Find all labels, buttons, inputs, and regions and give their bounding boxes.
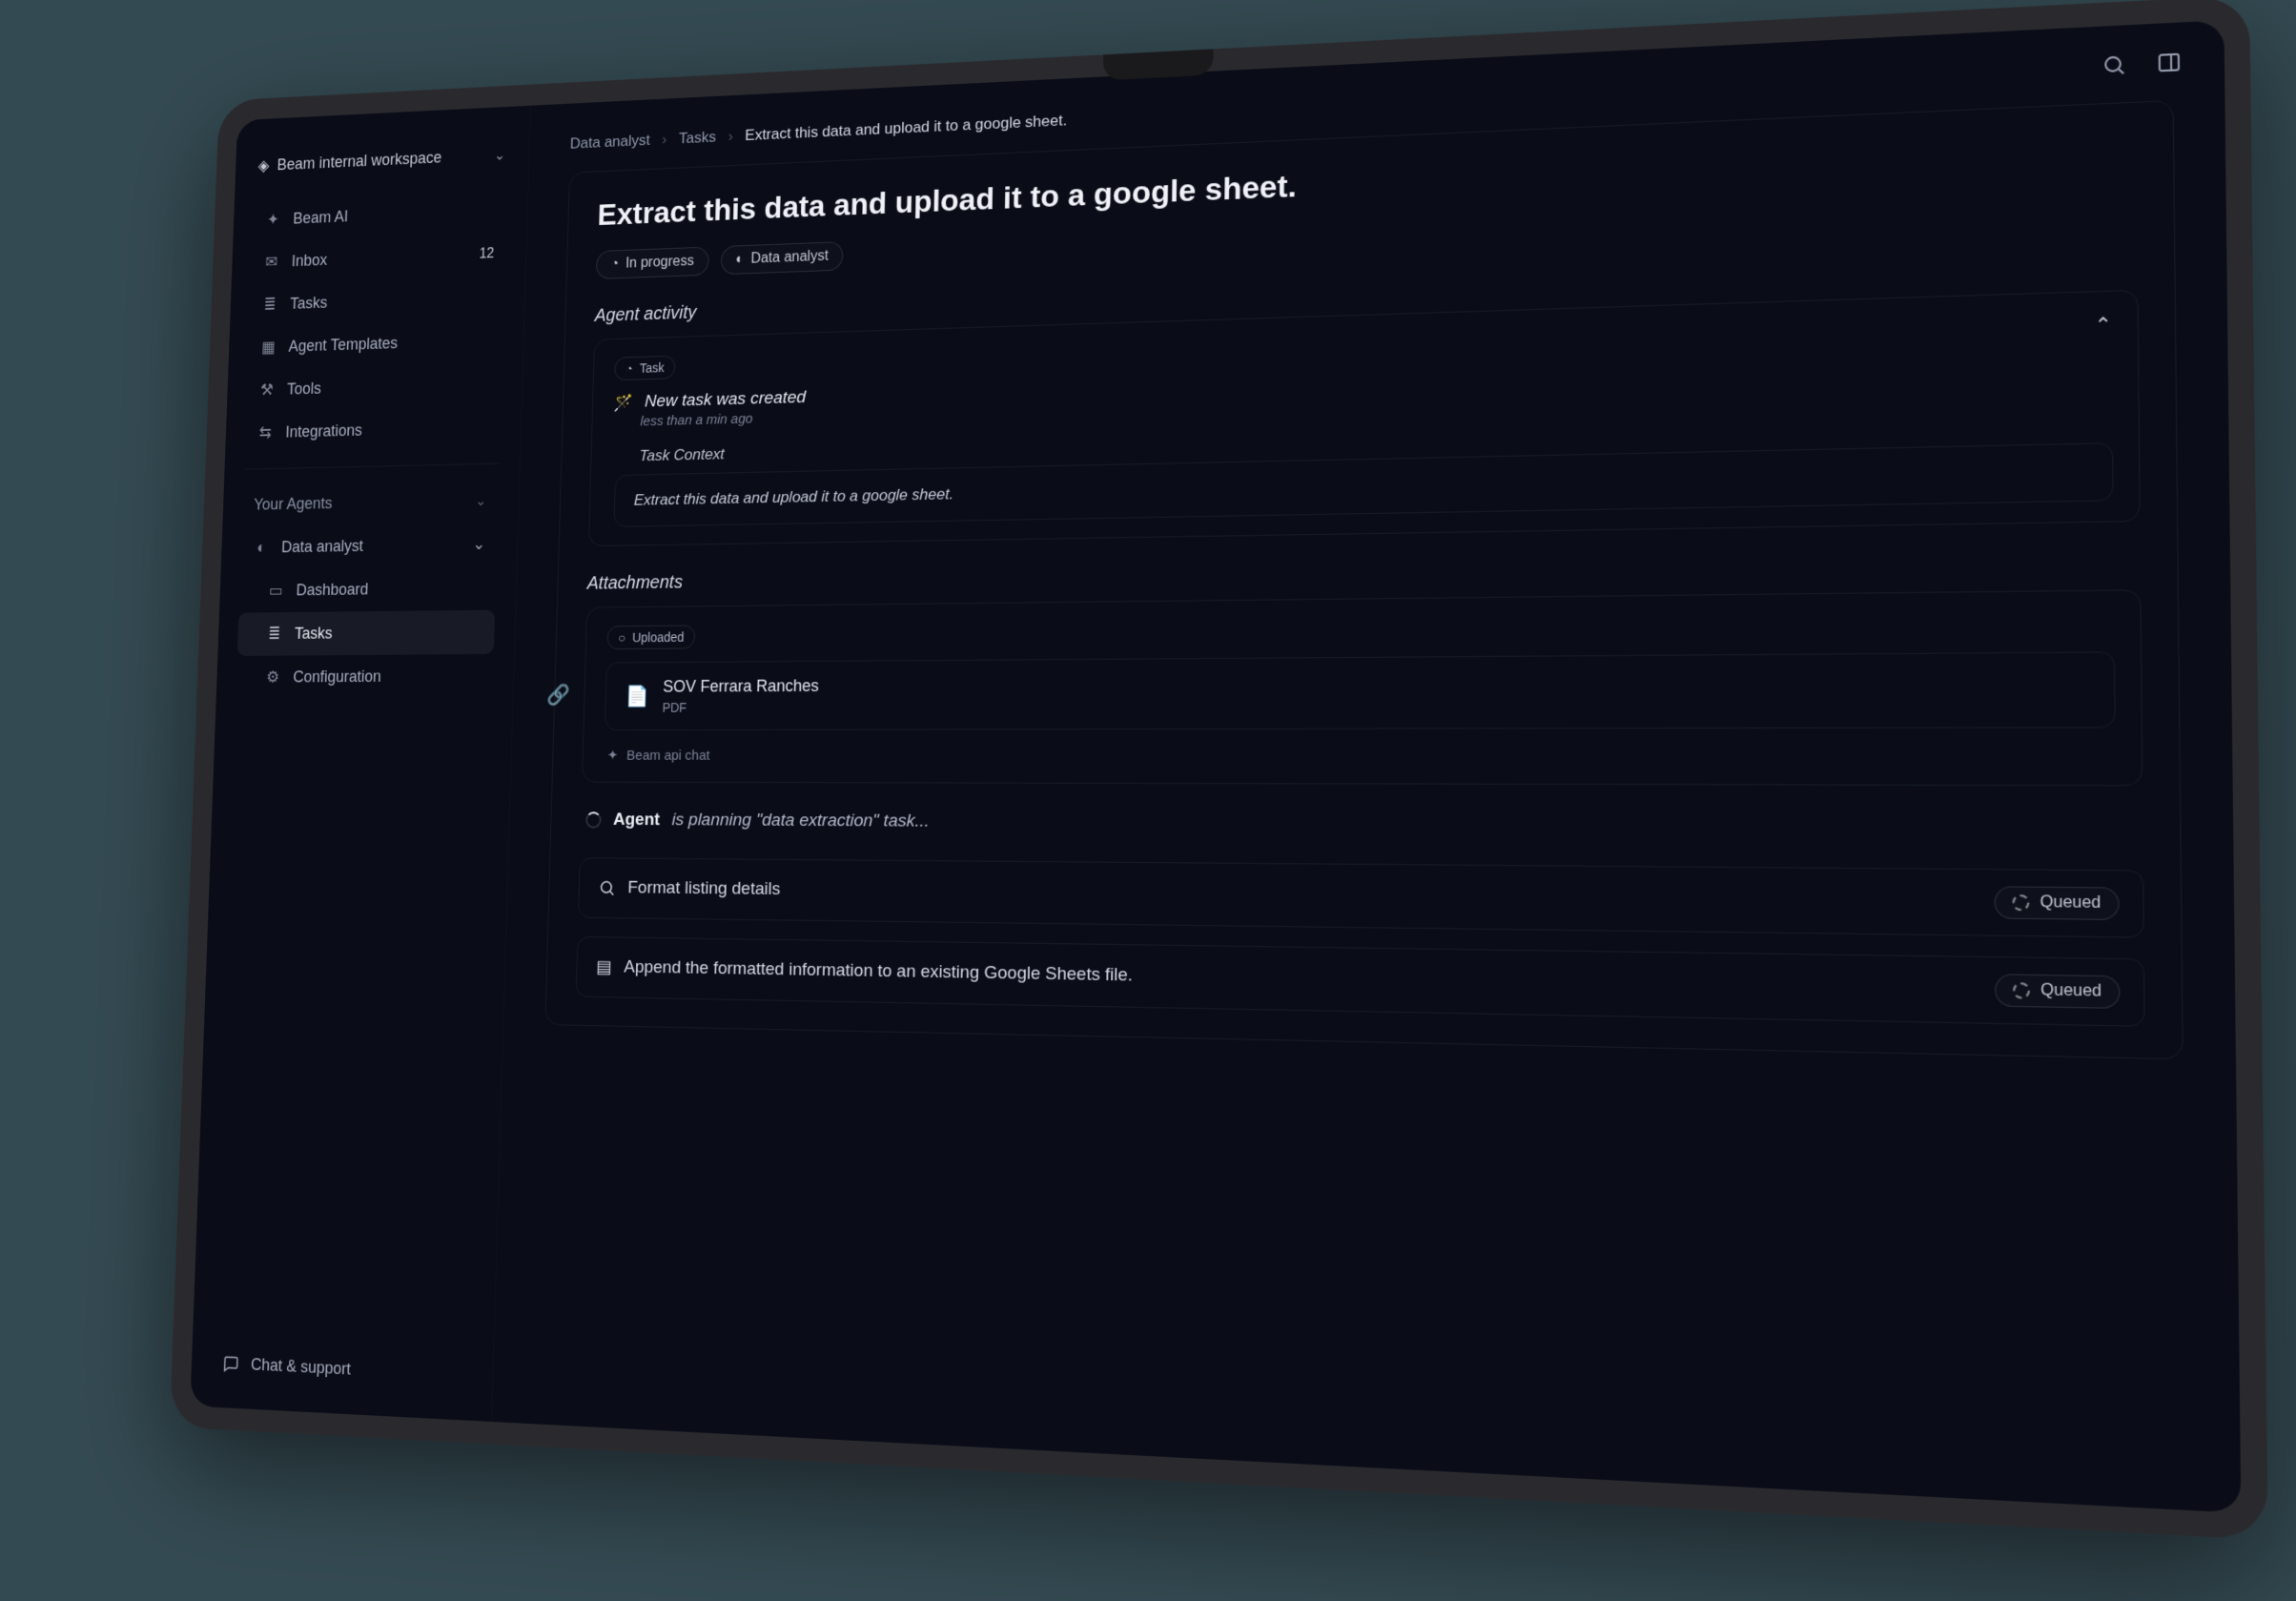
nav-integrations[interactable]: ⇆ Integrations	[244, 405, 501, 455]
queued-icon	[2013, 894, 2030, 911]
breadcrumb-agent[interactable]: Data analyst	[570, 132, 650, 154]
status-pill: ◔ In progress	[596, 247, 709, 279]
step-append-sheets[interactable]: ▤ Append the formatted information to an…	[576, 936, 2145, 1027]
divider	[244, 463, 500, 470]
step-text: Format listing details	[627, 878, 780, 900]
nav-label: Tasks	[295, 625, 333, 644]
badge-label: Task	[640, 360, 665, 376]
status-label: In progress	[625, 254, 694, 273]
agent-icon: ◐	[735, 252, 744, 268]
agent-dashboard[interactable]: ▭ Dashboard	[238, 566, 496, 613]
nav-label: Integrations	[285, 421, 362, 441]
nav-agent-templates[interactable]: ▦ Agent Templates	[248, 318, 504, 370]
status-badge: Queued	[1995, 974, 2120, 1009]
api-chat-label: Beam api chat	[626, 748, 710, 763]
link-icon: 🔗	[546, 683, 570, 707]
chevron-down-icon: ⌄	[475, 491, 486, 509]
nav-label: Inbox	[291, 251, 327, 271]
inbox-count: 12	[479, 246, 494, 262]
agent-label: Data analyst	[281, 537, 363, 557]
agents-heading: Your Agents	[254, 494, 333, 514]
agent-label: Data analyst	[750, 248, 829, 267]
planning-text: is planning "data extraction" task...	[671, 811, 929, 832]
step-format-listing[interactable]: Format listing details Queued	[578, 857, 2144, 937]
activity-title: New task was created	[645, 388, 807, 412]
nav-label: Tasks	[290, 294, 328, 314]
chevron-right-icon: ›	[728, 128, 733, 146]
workspace-name: Beam internal workspace	[277, 149, 441, 174]
agent-word: Agent	[613, 810, 660, 830]
clock-icon: ◔	[610, 257, 619, 273]
nav-label: Agent Templates	[288, 334, 398, 356]
sidebar: ◈ Beam internal workspace ⌄ ✦ Beam AI ✉ …	[190, 106, 531, 1422]
status-badge: Queued	[1995, 886, 2120, 920]
agent-configuration[interactable]: ⚙ Configuration	[236, 654, 494, 699]
chat-support-label: Chat & support	[251, 1355, 352, 1379]
task-created-icon: 🪄	[613, 393, 633, 412]
nav-label: Dashboard	[296, 581, 368, 600]
sparkle-icon: ✦	[607, 747, 619, 763]
chevron-down-icon: ⌄	[494, 146, 505, 164]
chevron-right-icon: ›	[662, 131, 667, 149]
api-chat-line: ✦ Beam api chat	[607, 747, 2116, 765]
search-icon	[598, 879, 616, 897]
nav-label: Configuration	[293, 667, 381, 687]
chat-support[interactable]: Chat & support	[211, 1341, 473, 1399]
agent-tasks[interactable]: ≣ Tasks	[237, 610, 496, 656]
file-name: SOV Ferrara Ranches	[663, 676, 819, 696]
list-icon: ≣	[260, 296, 278, 315]
workspace-icon: ◈	[257, 156, 269, 175]
clock-icon: ◔	[625, 361, 633, 376]
settings-icon: ⚙	[263, 668, 281, 688]
tablet-frame: ◈ Beam internal workspace ⌄ ✦ Beam AI ✉ …	[170, 0, 2268, 1540]
task-panel: Extract this data and upload it to a goo…	[544, 100, 2183, 1059]
agents-group[interactable]: Your Agents ⌄	[242, 479, 500, 527]
chat-icon	[222, 1354, 239, 1373]
attachment-badge: ○ Uploaded	[606, 625, 695, 649]
top-bar-icons	[2101, 50, 2183, 77]
file-icon: 📄	[625, 685, 648, 708]
tools-icon: ⚒	[257, 380, 276, 400]
main-content: Data analyst › Tasks › Extract this data…	[492, 20, 2241, 1513]
nav-primary: ✦ Beam AI ✉ Inbox 12 ≣ Tasks ▦ Agent Tem…	[244, 188, 507, 455]
nav-label: Beam AI	[293, 208, 348, 229]
activity-card: ◔ Task ⌃ 🪄 New task was created less tha…	[588, 290, 2141, 546]
attachment-file[interactable]: 📄 SOV Ferrara Ranches PDF	[605, 651, 2116, 730]
app-screen: ◈ Beam internal workspace ⌄ ✦ Beam AI ✉ …	[190, 20, 2241, 1513]
agent-icon: ◐	[252, 539, 270, 558]
activity-badge: ◔ Task	[614, 356, 676, 380]
check-icon: ○	[618, 630, 625, 645]
agent-planning-step: Agent is planning "data extraction" task…	[580, 801, 2143, 850]
attachments-heading: Attachments	[587, 552, 2142, 594]
agent-data-analyst[interactable]: ◐ Data analyst ⌄	[240, 522, 498, 569]
sheets-icon: ▤	[596, 956, 612, 978]
queued-label: Queued	[2040, 982, 2101, 1001]
panel-toggle-icon[interactable]	[2156, 50, 2182, 74]
list-icon: ≣	[265, 625, 283, 644]
spinner-icon	[585, 811, 602, 828]
attachment-block: 🔗 ○ Uploaded 📄 SOV Ferrara Ranches PDF	[582, 589, 2142, 786]
nav-label: Tools	[287, 380, 321, 399]
chevron-down-icon: ⌄	[472, 535, 485, 554]
search-icon[interactable]	[2101, 52, 2127, 77]
queued-icon	[2013, 982, 2030, 998]
integrations-icon: ⇆	[256, 423, 275, 442]
breadcrumb-current: Extract this data and upload it to a goo…	[745, 112, 1067, 145]
workspace-selector[interactable]: ◈ Beam internal workspace ⌄	[254, 138, 509, 193]
collapse-button[interactable]: ⌃	[2094, 312, 2112, 338]
sparkle-icon: ✦	[264, 211, 282, 230]
file-type: PDF	[662, 700, 818, 715]
badge-label: Uploaded	[632, 629, 685, 645]
nav-tools[interactable]: ⚒ Tools	[246, 361, 502, 412]
breadcrumb-tasks[interactable]: Tasks	[679, 129, 717, 149]
dashboard-icon: ▭	[267, 582, 285, 601]
agent-pill: ◐ Data analyst	[721, 241, 844, 275]
queued-label: Queued	[2040, 893, 2101, 913]
inbox-icon: ✉	[262, 253, 280, 272]
grid-icon: ▦	[259, 338, 277, 357]
step-text: Append the formatted information to an e…	[624, 957, 1133, 987]
